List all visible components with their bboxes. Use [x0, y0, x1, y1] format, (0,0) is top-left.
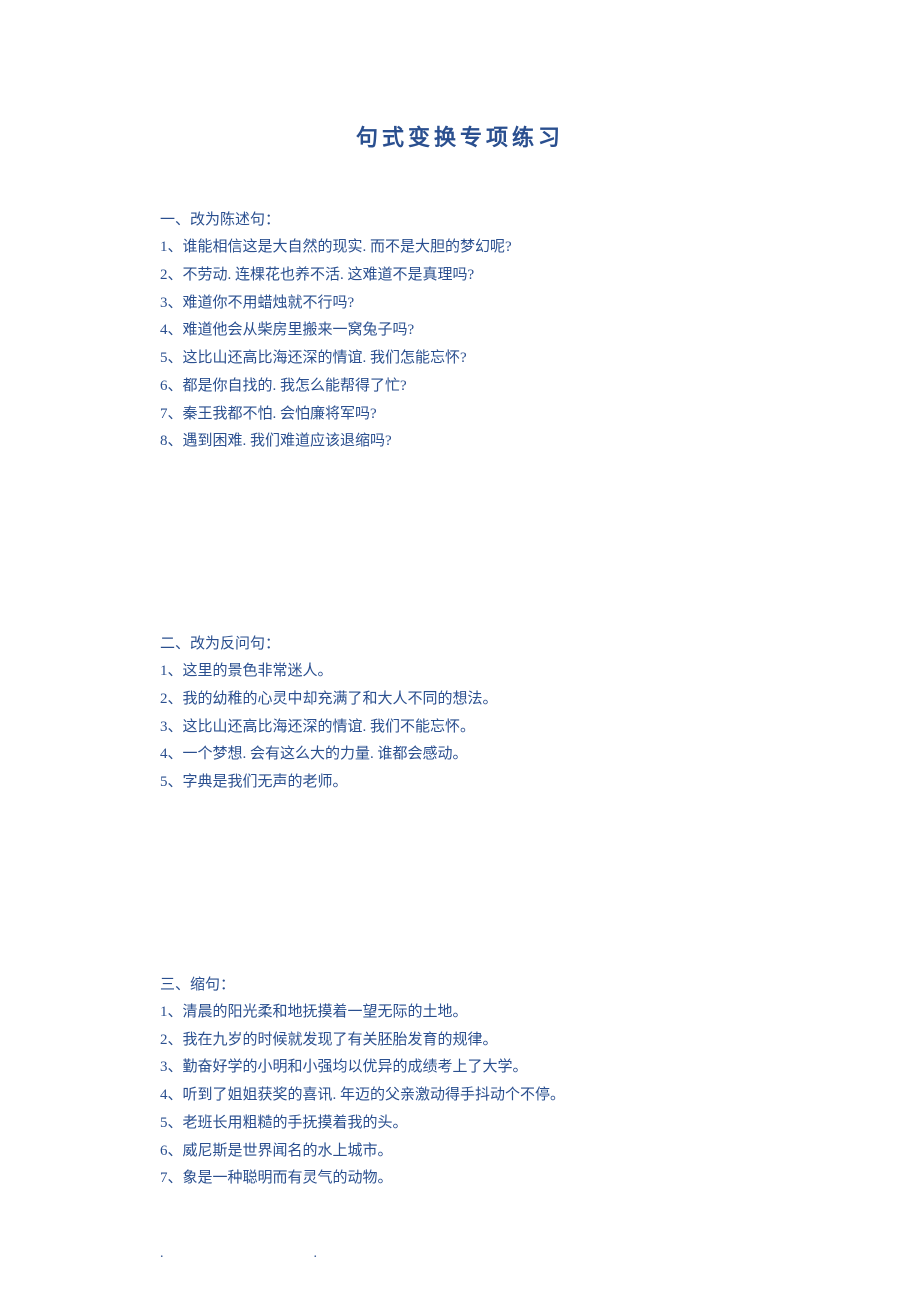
- section-3-heading: 三、缩句：: [160, 972, 760, 999]
- page-title: 句式变换专项练习: [160, 120, 760, 152]
- list-item: 3、勤奋好学的小明和小强均以优异的成绩考上了大学。: [160, 1054, 760, 1082]
- list-item: 5、字典是我们无声的老师。: [160, 769, 760, 797]
- section-3: 三、缩句： 1、清晨的阳光柔和地抚摸着一望无际的土地。 2、我在九岁的时候就发现…: [160, 972, 760, 1193]
- footer-dot: .: [160, 1246, 164, 1262]
- list-item: 2、我在九岁的时候就发现了有关胚胎发育的规律。: [160, 1027, 760, 1055]
- section-1-heading: 一、改为陈述句：: [160, 207, 760, 234]
- footer-marks: . .: [160, 1246, 460, 1262]
- list-item: 1、清晨的阳光柔和地抚摸着一望无际的土地。: [160, 999, 760, 1027]
- list-item: 5、老班长用粗糙的手抚摸着我的头。: [160, 1110, 760, 1138]
- list-item: 2、我的幼稚的心灵中却充满了和大人不同的想法。: [160, 686, 760, 714]
- list-item: 4、听到了姐姐获奖的喜讯. 年迈的父亲激动得手抖动个不停。: [160, 1082, 760, 1110]
- list-item: 4、一个梦想. 会有这么大的力量. 谁都会感动。: [160, 741, 760, 769]
- footer-dot: .: [314, 1246, 318, 1262]
- list-item: 5、这比山还高比海还深的情谊. 我们怎能忘怀?: [160, 345, 760, 373]
- list-item: 7、象是一种聪明而有灵气的动物。: [160, 1165, 760, 1193]
- section-2-heading: 二、改为反问句：: [160, 631, 760, 658]
- list-item: 1、谁能相信这是大自然的现实. 而不是大胆的梦幻呢?: [160, 234, 760, 262]
- list-item: 4、难道他会从柴房里搬来一窝兔子吗?: [160, 317, 760, 345]
- list-item: 6、威尼斯是世界闻名的水上城市。: [160, 1138, 760, 1166]
- section-2: 二、改为反问句： 1、这里的景色非常迷人。 2、我的幼稚的心灵中却充满了和大人不…: [160, 631, 760, 797]
- document-page: 句式变换专项练习 一、改为陈述句： 1、谁能相信这是大自然的现实. 而不是大胆的…: [0, 0, 920, 1233]
- list-item: 6、都是你自找的. 我怎么能帮得了忙?: [160, 373, 760, 401]
- list-item: 8、遇到困难. 我们难道应该退缩吗?: [160, 428, 760, 456]
- list-item: 3、这比山还高比海还深的情谊. 我们不能忘怀。: [160, 714, 760, 742]
- list-item: 2、不劳动. 连棵花也养不活. 这难道不是真理吗?: [160, 262, 760, 290]
- list-item: 7、秦王我都不怕. 会怕廉将军吗?: [160, 401, 760, 429]
- list-item: 3、难道你不用蜡烛就不行吗?: [160, 290, 760, 318]
- section-1: 一、改为陈述句： 1、谁能相信这是大自然的现实. 而不是大胆的梦幻呢? 2、不劳…: [160, 207, 760, 456]
- list-item: 1、这里的景色非常迷人。: [160, 658, 760, 686]
